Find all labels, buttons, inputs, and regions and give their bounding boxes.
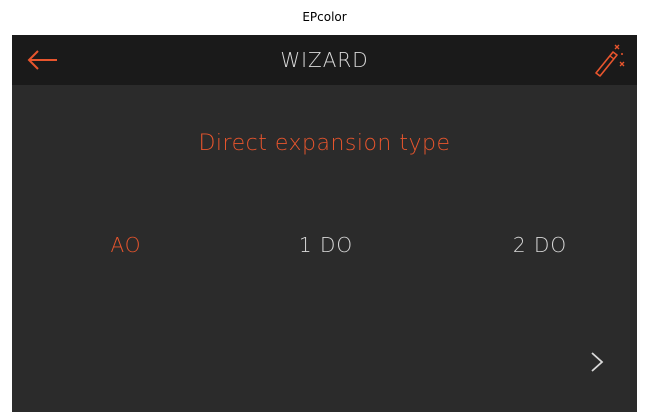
header-bar: WIZARD <box>12 35 637 85</box>
next-button[interactable] <box>582 347 612 377</box>
option-1-do[interactable]: 1 DO <box>276 228 376 262</box>
arrow-left-icon <box>27 50 57 70</box>
wizard-screen: WIZARD Direct expansion type AO 1 DO 2 D… <box>12 35 637 412</box>
magic-wand-icon <box>595 44 625 77</box>
option-ao[interactable]: AO <box>76 228 176 262</box>
chevron-right-icon <box>591 352 604 372</box>
app-label: EPcolor <box>302 10 347 24</box>
page-title: WIZARD <box>280 48 369 72</box>
back-button[interactable] <box>26 47 60 73</box>
question-text: Direct expansion type <box>198 131 451 156</box>
wizard-wand-button[interactable] <box>589 41 629 79</box>
option-group: AO 1 DO 2 DO <box>12 228 637 262</box>
option-2-do[interactable]: 2 DO <box>490 228 590 262</box>
